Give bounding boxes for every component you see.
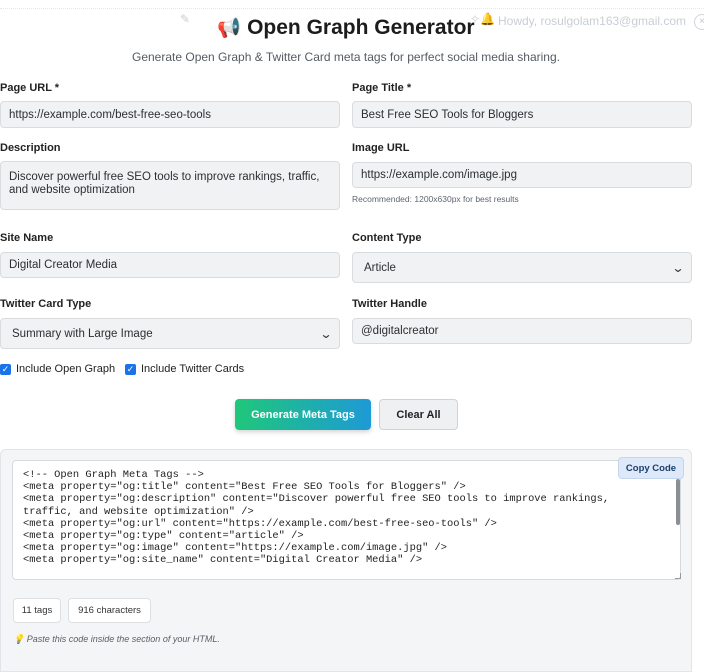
image-url-label: Image URL	[352, 142, 410, 154]
description-textarea[interactable]: Discover powerful free SEO tools to impr…	[0, 161, 340, 210]
page-right-margin	[704, 0, 720, 672]
megaphone-icon: 📢	[217, 18, 242, 39]
tag-count-badge: 11 tags	[13, 598, 61, 623]
generate-meta-tags-button[interactable]: Generate Meta Tags	[235, 399, 371, 430]
page-title-label: Page Title *	[352, 82, 412, 94]
code-output[interactable]: <!-- Open Graph Meta Tags --> <meta prop…	[12, 460, 681, 580]
page-url-input[interactable]: https://example.com/best-free-seo-tools	[0, 101, 340, 128]
content-type-value: Article	[364, 261, 396, 274]
twitter-handle-label: Twitter Handle	[352, 298, 427, 310]
character-count-badge: 916 characters	[68, 598, 151, 623]
include-twitter-cards-checkbox[interactable]: ✓ Include Twitter Cards	[125, 363, 244, 375]
checkmark-icon: ✓	[125, 363, 136, 375]
image-url-input[interactable]: https://example.com/image.jpg	[352, 162, 692, 188]
chevron-down-icon: ⌄	[319, 326, 333, 341]
paste-tip-text: Paste this code inside the section of yo…	[26, 634, 220, 644]
page-title: 📢 Open Graph Generator	[0, 16, 692, 40]
code-output-text: <!-- Open Graph Meta Tags --> <meta prop…	[23, 469, 610, 579]
include-open-graph-label: Include Open Graph	[16, 363, 116, 375]
twitter-card-type-label: Twitter Card Type	[0, 298, 92, 310]
lightbulb-icon: 💡	[13, 634, 25, 644]
chevron-down-icon: ⌄	[671, 260, 685, 275]
image-size-hint: Recommended: 1200x630px for best results	[352, 194, 519, 204]
include-twitter-cards-label: Include Twitter Cards	[141, 363, 245, 375]
page-url-label: Page URL *	[0, 82, 60, 94]
description-label: Description	[0, 142, 61, 154]
content-type-select[interactable]: Article ⌄	[352, 252, 692, 283]
top-toolbar-edge	[0, 0, 720, 9]
code-scrollbar[interactable]	[676, 479, 680, 525]
resize-handle[interactable]	[675, 573, 681, 579]
copy-code-button[interactable]: Copy Code	[618, 457, 684, 479]
include-open-graph-checkbox[interactable]: ✓ Include Open Graph	[0, 363, 115, 375]
site-name-input[interactable]: Digital Creator Media	[0, 252, 340, 278]
page-title-text: Open Graph Generator	[247, 16, 475, 39]
twitter-handle-input[interactable]: @digitalcreator	[352, 318, 692, 344]
clear-all-button[interactable]: Clear All	[379, 399, 458, 430]
page-subtitle: Generate Open Graph & Twitter Card meta …	[132, 50, 560, 64]
checkmark-icon: ✓	[0, 363, 11, 375]
site-name-label: Site Name	[0, 232, 54, 244]
page-title-input[interactable]: Best Free SEO Tools for Bloggers	[352, 101, 692, 128]
paste-tip: 💡 Paste this code inside the section of …	[13, 634, 220, 645]
twitter-card-type-value: Summary with Large Image	[12, 327, 153, 340]
twitter-card-type-select[interactable]: Summary with Large Image ⌄	[0, 318, 340, 349]
content-type-label: Content Type	[352, 232, 422, 244]
